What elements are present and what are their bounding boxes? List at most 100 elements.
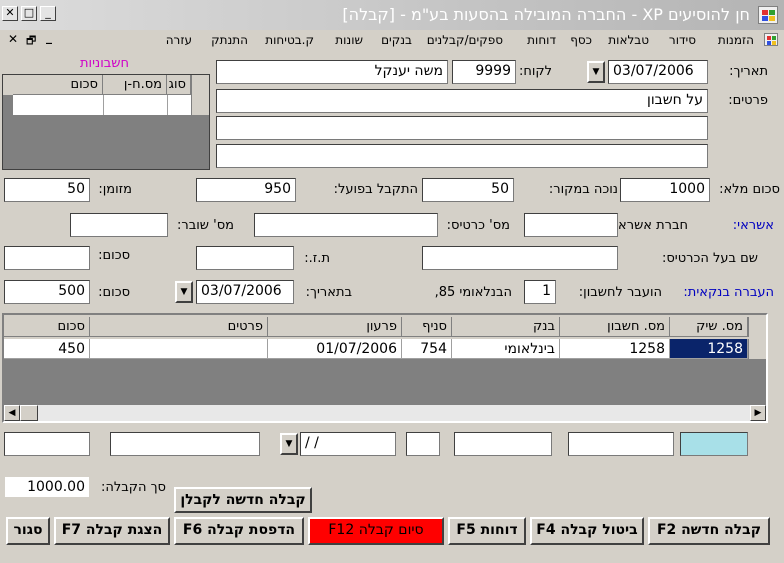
close-button[interactable]: סגור (6, 517, 50, 545)
menu-orders[interactable]: הזמנות (718, 33, 754, 47)
minimize-window-icon[interactable]: _ (40, 6, 56, 21)
customer-code-field[interactable]: 9999 (452, 60, 516, 84)
new-branch-field[interactable] (406, 432, 440, 456)
new-due-date-field[interactable]: / / (300, 432, 396, 456)
receipt-total-field: 1000.00 (4, 476, 90, 498)
col-check-no: מס. שיק (670, 317, 748, 337)
title-bar: חן להוסיעים XP - החברה המובילה בהסעות בע… (0, 0, 784, 30)
customer-name-field[interactable]: משה יענקל (216, 60, 448, 84)
receipt-total-label: סך הקבלה: (100, 480, 166, 495)
finish-receipt-button[interactable]: סיום קבלה F12 (308, 517, 444, 545)
row1-due-date[interactable]: 01/07/2006 (268, 339, 402, 359)
credit-company-field[interactable] (524, 213, 618, 237)
checks-horizontal-scrollbar[interactable]: ◀ ▶ (4, 405, 766, 421)
col-details: פרטים (90, 317, 268, 337)
transfer-amount-field[interactable]: 500 (4, 280, 90, 304)
new-account-field[interactable] (568, 432, 674, 456)
row1-check-no[interactable]: 1258 (670, 339, 748, 359)
details-line3[interactable] (216, 144, 708, 168)
row1-account-no[interactable]: 1258 (560, 339, 670, 359)
transfer-bank-name: הבנלאומי 85, (434, 285, 512, 300)
transfer-account-label: הועבר לחשבון: (578, 285, 662, 300)
new-contractor-receipt-button[interactable]: קבלה חדשה לקבלן (174, 487, 312, 513)
menu-banks[interactable]: בנקים (381, 33, 412, 47)
invoices-col-amount: סכום (13, 75, 103, 95)
date-field[interactable]: 03/07/2006 (608, 60, 708, 84)
invoices-grid[interactable]: סכום מס.ח-ן סוג (2, 74, 210, 170)
new-check-number-field[interactable] (680, 432, 748, 456)
col-bank: בנק (452, 317, 560, 337)
voucher-label: מס' שובר: (177, 218, 234, 233)
col-branch: סניף (402, 317, 452, 337)
actual-received-field[interactable]: 950 (196, 178, 296, 202)
new-due-date-dropdown-icon[interactable]: ▼ (280, 433, 298, 455)
transfer-date-label: בתאריך: (305, 285, 352, 300)
maximize-window-icon[interactable]: □ (21, 6, 37, 21)
card-number-field[interactable] (254, 213, 438, 237)
invoices-col-number: מס.ח-ן (103, 75, 167, 95)
new-bank-field[interactable] (454, 432, 552, 456)
full-amount-field[interactable]: 1000 (620, 178, 710, 202)
new-details-field[interactable] (110, 432, 260, 456)
credit-amount-field[interactable] (4, 246, 90, 270)
close-child-icon[interactable]: ✕ (8, 32, 18, 46)
invoices-title: חשבוניות (80, 56, 129, 71)
menu-logout[interactable]: התנתק (211, 33, 248, 47)
restore-child-icon[interactable]: 🗗 (26, 32, 36, 51)
date-dropdown-icon[interactable]: ▼ (587, 61, 605, 83)
details-line1[interactable]: על חשבון (216, 89, 708, 113)
new-amount-field[interactable] (4, 432, 90, 456)
cancel-receipt-button[interactable]: ביטול קבלה F4 (530, 517, 644, 545)
reports-button[interactable]: דוחות F5 (448, 517, 526, 545)
row1-branch[interactable]: 754 (402, 339, 452, 359)
row1-details[interactable] (90, 339, 268, 359)
checks-grid[interactable]: סכום פרטים פרעון סניף בנק מס. חשבון מס. … (2, 313, 768, 423)
transfer-date-dropdown-icon[interactable]: ▼ (175, 281, 193, 303)
menu-help[interactable]: עזרה (166, 33, 192, 47)
menu-reports[interactable]: דוחות (527, 33, 556, 47)
row1-amount[interactable]: 450 (4, 339, 90, 359)
details-label: פרטים: (728, 93, 768, 108)
id-number-field[interactable] (196, 246, 294, 270)
credit-company-label: חברת אשראי: (610, 218, 688, 233)
invoices-col-type: סוג (167, 75, 191, 95)
transfer-account-field[interactable]: 1 (524, 280, 556, 304)
col-account-no: מס. חשבון (560, 317, 670, 337)
mdi-app-icon (764, 33, 778, 46)
menu-money[interactable]: כסף (570, 33, 592, 47)
cash-field[interactable]: 50 (4, 178, 90, 202)
card-holder-label: שם בעל הכרטיס: (661, 251, 758, 266)
print-receipt-button[interactable]: הדפסת קבלה F6 (174, 517, 304, 545)
close-window-icon[interactable]: ✕ (2, 6, 18, 21)
actual-received-label: התקבל בפועל: (333, 182, 418, 197)
menu-safety[interactable]: ק.בטיחות (265, 33, 314, 47)
transfer-amount-label: סכום: (98, 285, 130, 300)
menu-suppliers[interactable]: ספקים/קבלנים (427, 33, 503, 47)
row1-bank[interactable]: בינלאומי (452, 339, 560, 359)
customer-label: לקוח: (518, 64, 552, 79)
transfer-section-label: העברה בנקאית: (683, 285, 774, 300)
cash-label: מזומן: (98, 182, 132, 197)
show-receipt-button[interactable]: הצגת קבלה F7 (54, 517, 170, 545)
withholding-label: נוכה במקור: (548, 182, 618, 197)
menu-scheduling[interactable]: סידור (669, 33, 696, 47)
minimize-child-icon[interactable]: _ (46, 30, 52, 44)
scroll-right-icon[interactable]: ▶ (750, 405, 766, 421)
scroll-thumb[interactable] (20, 405, 38, 421)
menu-tables[interactable]: טבלאות (608, 33, 649, 47)
withholding-field[interactable]: 50 (422, 178, 514, 202)
date-label: תאריך: (729, 64, 768, 79)
credit-section-label: אשראי: (732, 218, 774, 233)
details-line2[interactable] (216, 116, 708, 140)
menu-misc[interactable]: שונות (335, 33, 363, 47)
id-number-label: ת.ז.: (304, 251, 330, 266)
window-title: חן להוסיעים XP - החברה המובילה בהסעות בע… (342, 5, 750, 24)
card-holder-field[interactable] (422, 246, 618, 270)
voucher-field[interactable] (70, 213, 168, 237)
col-amount: סכום (4, 317, 90, 337)
transfer-date-field[interactable]: 03/07/2006 (196, 280, 294, 304)
credit-amount-label: סכום: (98, 248, 130, 263)
new-receipt-button[interactable]: קבלה חדשה F2 (648, 517, 770, 545)
scroll-left-icon[interactable]: ◀ (4, 405, 20, 421)
app-icon (758, 6, 778, 24)
